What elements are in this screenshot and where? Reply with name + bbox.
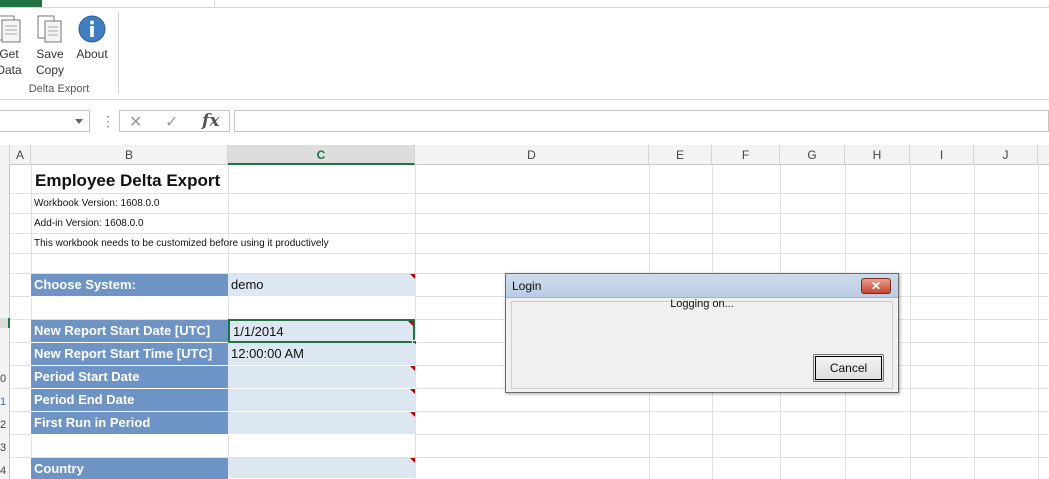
document-icon bbox=[0, 15, 21, 43]
close-icon[interactable]: ✕ bbox=[861, 278, 891, 294]
customize-note: This workbook needs to be customized bef… bbox=[34, 238, 329, 249]
formula-input[interactable] bbox=[234, 110, 1049, 132]
column-headers: A B C D E F G H I J bbox=[0, 145, 1049, 165]
comment-marker[interactable] bbox=[410, 389, 415, 394]
save-copy-label-1: Save bbox=[36, 47, 64, 61]
start-date-label: New Report Start Date [UTC] bbox=[31, 320, 228, 343]
grid-line bbox=[10, 233, 1049, 234]
start-date-text: 1/1/2014 bbox=[233, 324, 284, 339]
col-header-a[interactable]: A bbox=[10, 145, 31, 165]
grid-line bbox=[10, 213, 1049, 214]
save-copy-icon bbox=[37, 15, 62, 43]
select-all-corner[interactable] bbox=[0, 145, 10, 165]
col-header-b[interactable]: B bbox=[31, 145, 228, 165]
row-header-label[interactable]: 0 bbox=[0, 372, 10, 386]
chevron-down-icon[interactable] bbox=[75, 119, 83, 124]
period-end-value[interactable] bbox=[228, 389, 415, 412]
save-copy-label-2: Copy bbox=[35, 63, 64, 77]
row-header-label[interactable]: 2 bbox=[0, 418, 10, 432]
country-label: Country bbox=[31, 458, 228, 479]
save-copy-button[interactable]: Save Copy bbox=[34, 14, 66, 78]
login-dialog-title: Login bbox=[512, 279, 542, 293]
login-dialog-titlebar[interactable]: Login ✕ bbox=[506, 274, 898, 298]
col-header-j[interactable]: J bbox=[974, 145, 1038, 165]
col-header-e[interactable]: E bbox=[649, 145, 712, 165]
tab-area bbox=[214, 0, 1049, 8]
col-header-i[interactable]: I bbox=[910, 145, 974, 165]
row-header-label[interactable]: 3 bbox=[0, 441, 10, 455]
col-header-c[interactable]: C bbox=[228, 145, 415, 165]
period-start-value[interactable] bbox=[228, 366, 415, 389]
start-time-label: New Report Start Time [UTC] bbox=[31, 343, 228, 366]
group-separator bbox=[118, 12, 119, 94]
cancel-button[interactable]: Cancel bbox=[813, 354, 884, 382]
row-header-label[interactable]: 4 bbox=[0, 464, 10, 478]
col-header-f[interactable]: F bbox=[712, 145, 780, 165]
ribbon: Get Data Save Copy About Delta Export bbox=[0, 8, 1049, 100]
formula-buttons: ✕ ✓ fx bbox=[119, 110, 230, 132]
choose-system-label: Choose System: bbox=[31, 274, 228, 297]
start-date-value[interactable]: 1/1/2014 bbox=[228, 319, 417, 345]
choose-system-text: demo bbox=[231, 277, 264, 292]
name-box[interactable] bbox=[0, 110, 90, 132]
more-vertical-icon[interactable]: ⋮ bbox=[101, 113, 115, 130]
first-run-value[interactable] bbox=[228, 412, 415, 435]
country-value[interactable] bbox=[228, 458, 415, 479]
delta-export-group-label: Delta Export bbox=[28, 83, 90, 95]
period-start-label: Period Start Date bbox=[31, 366, 228, 389]
insert-function-icon[interactable]: fx bbox=[202, 111, 219, 131]
about-button[interactable]: About bbox=[72, 14, 112, 62]
grid-line bbox=[10, 253, 1049, 254]
about-label: About bbox=[76, 47, 108, 61]
login-status-message: Logging on... bbox=[670, 298, 734, 310]
start-time-text: 12:00:00 AM bbox=[231, 346, 304, 361]
first-run-label: First Run in Period bbox=[31, 412, 228, 435]
choose-system-value[interactable]: demo bbox=[228, 274, 415, 297]
comment-marker[interactable] bbox=[410, 274, 415, 279]
cancel-formula-icon[interactable]: ✕ bbox=[129, 112, 142, 132]
file-tab[interactable] bbox=[0, 0, 42, 7]
addin-version: Add-in Version: 1608.0.0 bbox=[34, 218, 144, 229]
sheet-title: Employee Delta Export bbox=[35, 171, 221, 190]
comment-marker[interactable] bbox=[410, 412, 415, 417]
login-dialog: Login ✕ Logging on... Cancel bbox=[505, 273, 899, 393]
row-header-selected[interactable] bbox=[0, 318, 10, 328]
formula-bar: ⋮ ✕ ✓ fx bbox=[0, 108, 1049, 136]
comment-marker[interactable] bbox=[408, 321, 413, 326]
start-time-value[interactable]: 12:00:00 AM bbox=[228, 343, 415, 366]
col-header-d[interactable]: D bbox=[415, 145, 649, 165]
get-data-button[interactable]: Get Data bbox=[0, 14, 26, 78]
workbook-version: Workbook Version: 1608.0.0 bbox=[34, 198, 160, 209]
enter-formula-icon[interactable]: ✓ bbox=[165, 112, 178, 132]
row-header-label[interactable]: 1 bbox=[0, 395, 10, 409]
info-icon bbox=[78, 15, 106, 43]
col-header-h[interactable]: H bbox=[845, 145, 910, 165]
get-data-label-1: Get bbox=[0, 47, 19, 61]
grid-line bbox=[10, 193, 1049, 194]
comment-marker[interactable] bbox=[410, 366, 415, 371]
comment-marker[interactable] bbox=[410, 458, 415, 463]
ribbon-tab-strip bbox=[0, 0, 1049, 8]
get-data-label-2: Data bbox=[0, 63, 22, 77]
col-header-g[interactable]: G bbox=[780, 145, 845, 165]
period-end-label: Period End Date bbox=[31, 389, 228, 412]
